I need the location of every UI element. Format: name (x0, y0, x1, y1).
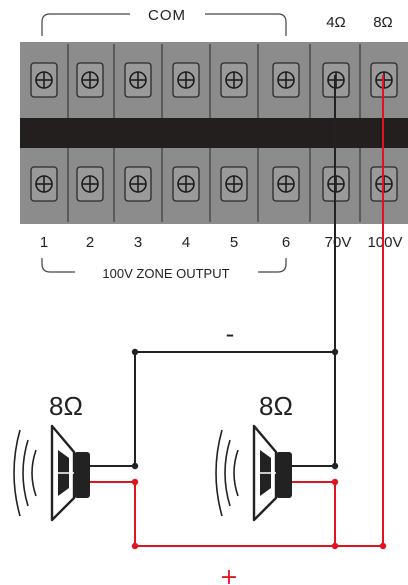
terminal-block-divider (20, 118, 408, 148)
tap-label-8ohm: 8Ω (373, 14, 393, 31)
negative-sign: - (226, 320, 235, 348)
line-label-100v: 100V (367, 234, 402, 251)
wiring-diagram: COM 4Ω 8Ω 1 2 3 4 5 6 70V 100V 100V ZONE OUTP… (13, 7, 408, 585)
speaker-1: 8Ω (13, 391, 90, 522)
speaker-2-impedance: 8Ω (259, 391, 293, 421)
com-label: COM (148, 7, 186, 24)
zone-number: 1 (40, 234, 48, 251)
zone-number: 6 (282, 234, 290, 251)
zone-number: 2 (86, 234, 94, 251)
tap-label-4ohm: 4Ω (326, 14, 346, 31)
terminal-block (20, 42, 408, 224)
speaker-icon (13, 424, 90, 522)
positive-sign: + (220, 565, 238, 585)
speaker-icon (215, 424, 292, 522)
line-label-70v: 70V (325, 234, 352, 251)
zone-number: 4 (182, 234, 190, 251)
zone-number: 5 (230, 234, 238, 251)
zone-output-caption: 100V ZONE OUTPUT (102, 266, 229, 281)
zone-number: 3 (134, 234, 142, 251)
speaker-2: 8Ω (215, 391, 293, 522)
speaker-1-impedance: 8Ω (49, 391, 83, 421)
